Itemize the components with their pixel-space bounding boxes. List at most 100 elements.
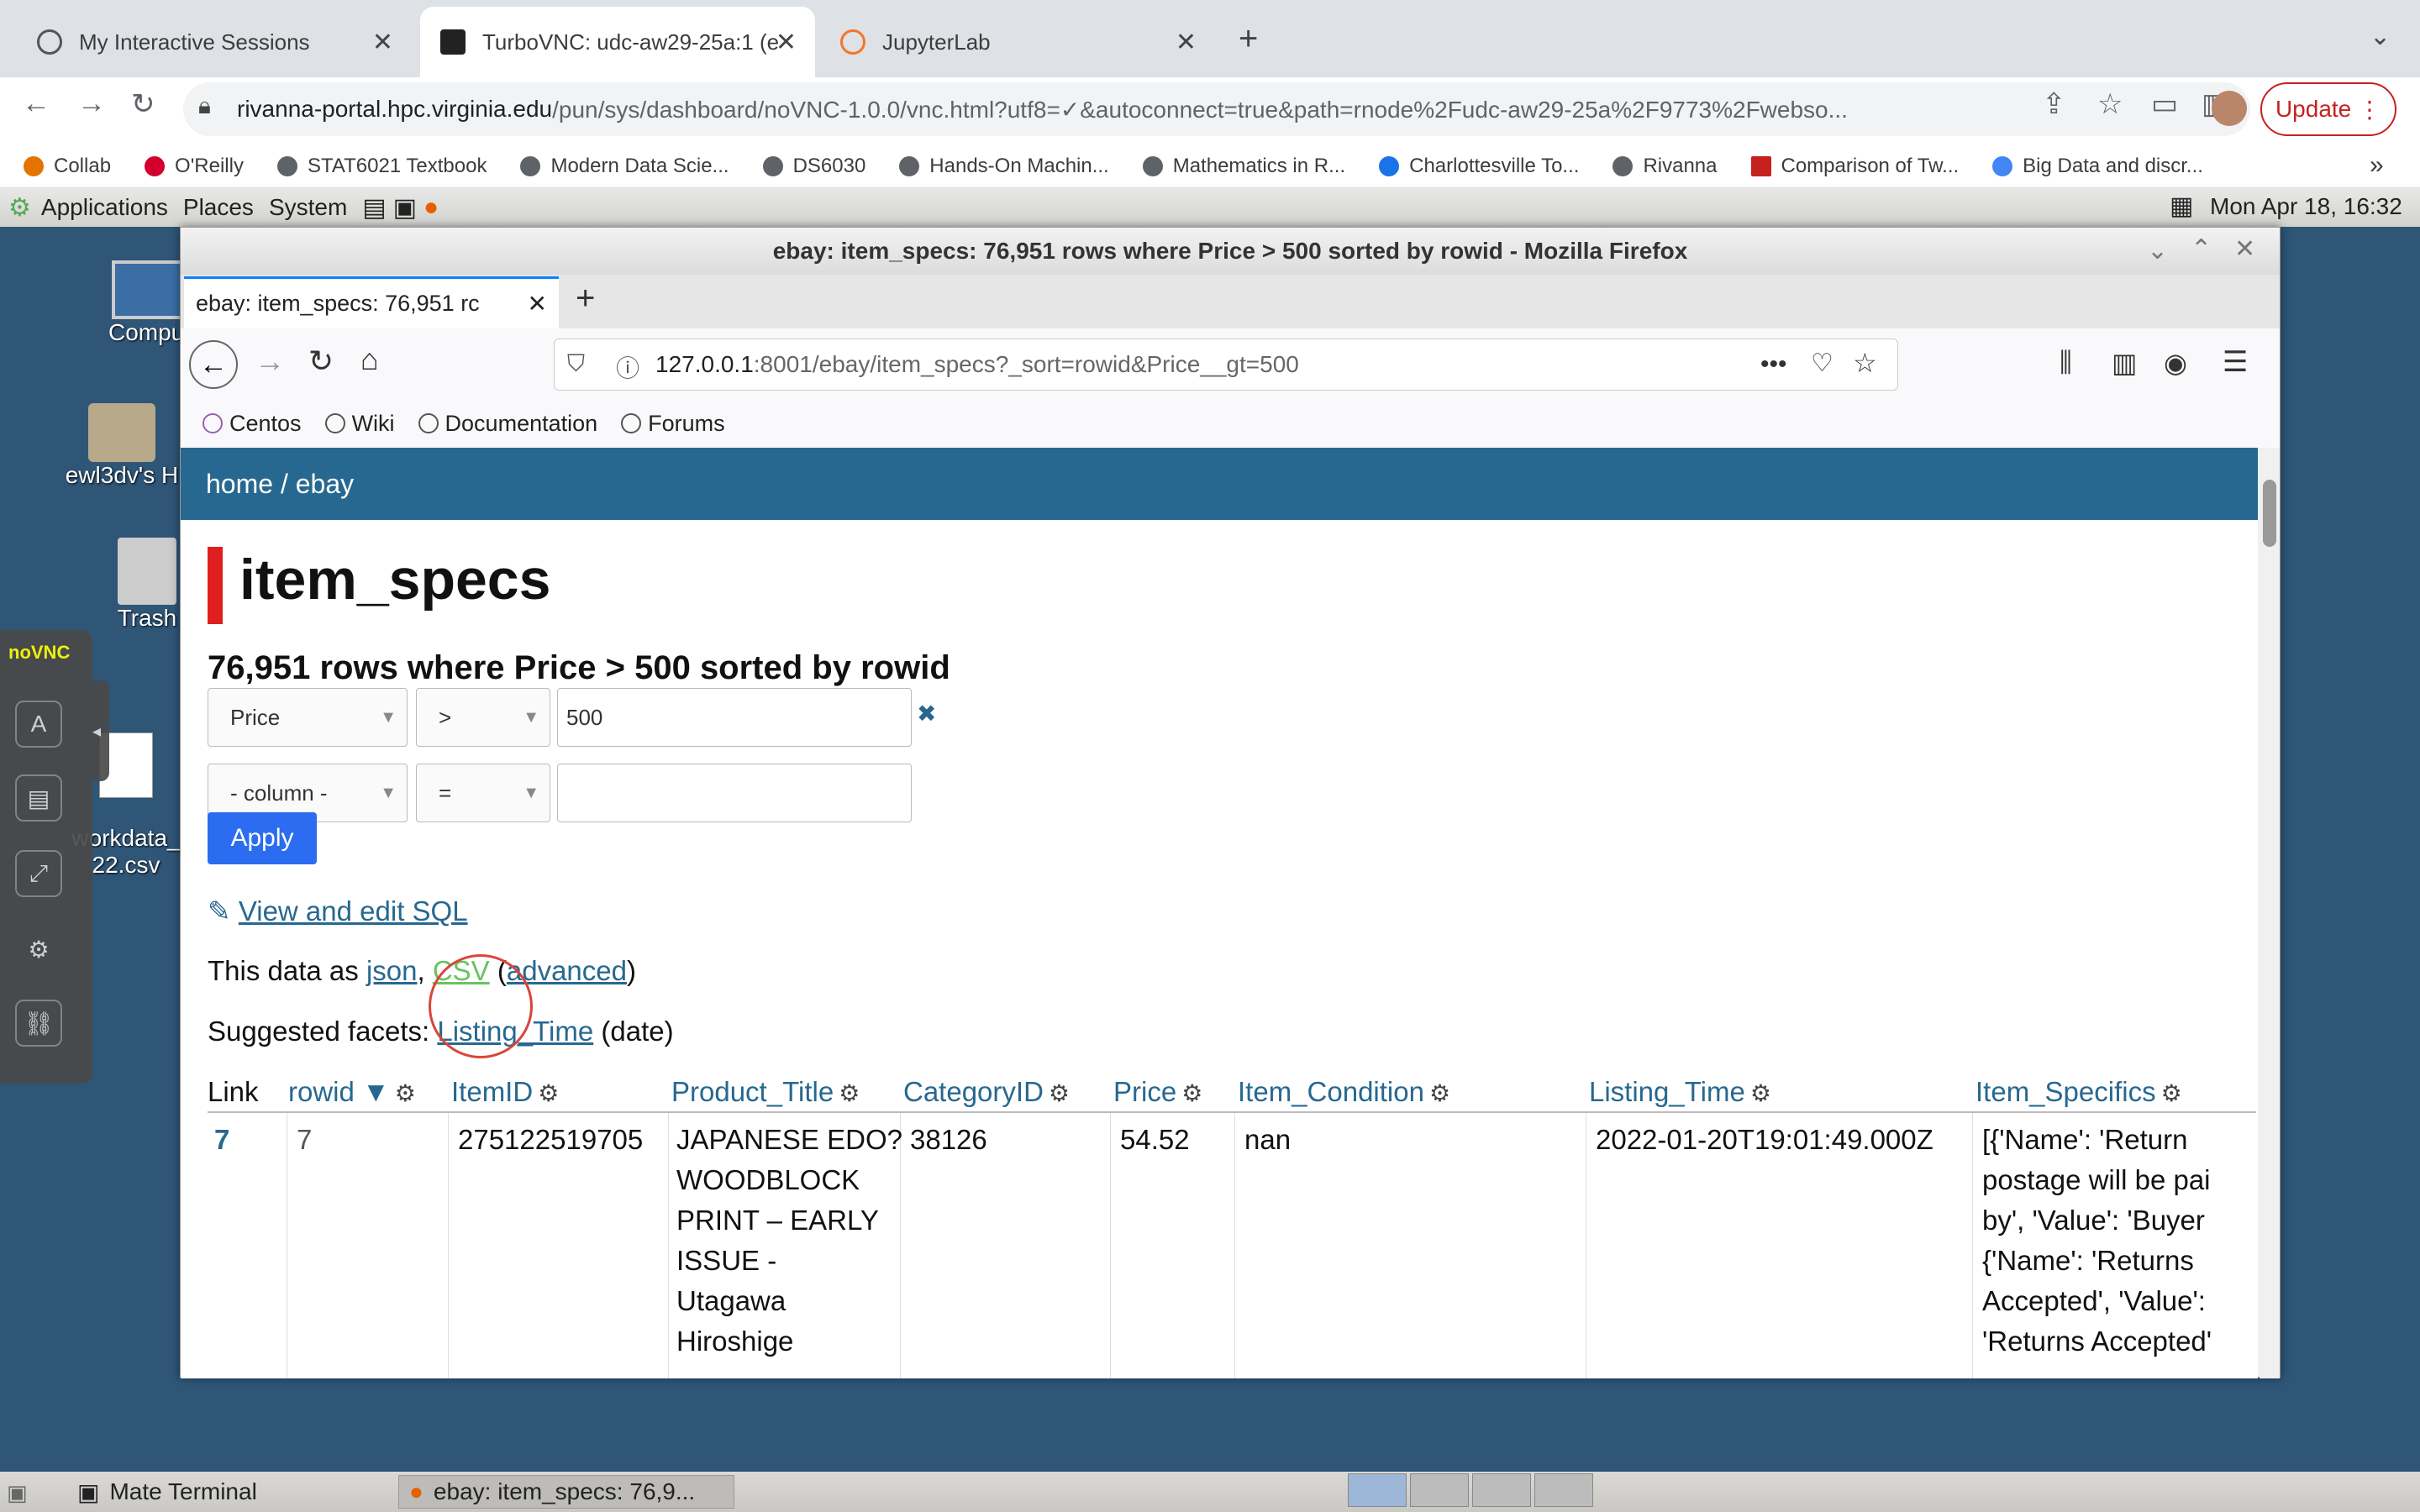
bookmark-mathematics[interactable]: Mathematics in R...: [1142, 155, 1345, 178]
column-header-product-title[interactable]: Product_Title ⚙: [671, 1076, 860, 1108]
filter-operator-select[interactable]: > ▼: [416, 688, 550, 747]
bookmark-modern-data[interactable]: Modern Data Scie...: [520, 155, 729, 178]
column-header-price[interactable]: Price ⚙: [1113, 1076, 1202, 1108]
bookmark-oreilly[interactable]: O'Reilly: [145, 155, 244, 178]
desktop-home-icon[interactable]: ewl3dv's H: [59, 403, 185, 489]
bookmark-charlottesville[interactable]: Charlottesville To...: [1379, 155, 1579, 178]
breadcrumb-home-link[interactable]: home: [206, 469, 273, 500]
column-header-itemid[interactable]: ItemID ⚙: [451, 1076, 559, 1108]
close-tab-icon[interactable]: ✕: [528, 290, 547, 318]
fullscreen-icon[interactable]: ⤢: [15, 850, 62, 897]
text-editor-launcher-icon[interactable]: ▤: [362, 193, 386, 223]
shield-icon[interactable]: ⛉: [567, 350, 585, 378]
reload-icon[interactable]: ↻: [131, 87, 155, 121]
bookmark-rivanna[interactable]: Rivanna: [1612, 155, 1718, 178]
account-icon[interactable]: ◉: [2164, 347, 2187, 379]
workspace-4[interactable]: [1534, 1473, 1593, 1507]
workspace-3[interactable]: [1472, 1473, 1531, 1507]
gear-icon[interactable]: ⚙: [839, 1080, 860, 1106]
cast-icon[interactable]: ▭: [2151, 87, 2178, 121]
sidebar-icon[interactable]: ▥: [2112, 347, 2137, 379]
row-link[interactable]: 7: [214, 1120, 229, 1160]
firefox-address-bar[interactable]: 127.0.0.1:8001/ebay/item_specs?_sort=row…: [554, 339, 1898, 391]
library-icon[interactable]: ⫼: [2060, 347, 2072, 379]
firefox-launcher-icon[interactable]: ●: [424, 193, 439, 222]
gear-icon[interactable]: ⚙: [1049, 1080, 1070, 1106]
more-actions-icon[interactable]: •••: [1760, 350, 1787, 379]
more-bookmarks-icon[interactable]: »: [2370, 151, 2384, 180]
forward-arrow-icon[interactable]: →: [255, 344, 285, 379]
view-edit-sql-link[interactable]: View and edit SQL: [239, 895, 468, 927]
bookmark-collab[interactable]: Collab: [24, 155, 111, 178]
menu-places[interactable]: Places: [183, 194, 254, 221]
tab-jupyterlab[interactable]: JupyterLab ✕: [820, 7, 1215, 77]
menu-system[interactable]: System: [269, 194, 347, 221]
column-header-listing-time[interactable]: Listing_Time ⚙: [1589, 1076, 1771, 1108]
disconnect-icon[interactable]: ⛓: [15, 1000, 62, 1047]
close-tab-icon[interactable]: ✕: [372, 28, 393, 57]
keyboard-icon[interactable]: A: [15, 701, 62, 748]
menu-hamburger-icon[interactable]: ☰: [2223, 345, 2248, 379]
filter-value-input-2[interactable]: [557, 764, 912, 822]
remove-filter-icon[interactable]: ✖: [917, 700, 936, 727]
close-tab-icon[interactable]: ✕: [1176, 28, 1197, 57]
bookmark-big-data[interactable]: Big Data and discr...: [1992, 155, 2203, 178]
update-button[interactable]: Update ⋮: [2260, 82, 2396, 136]
home-icon[interactable]: ⌂: [360, 342, 379, 377]
back-arrow-icon[interactable]: ←: [189, 340, 238, 389]
page-scrollbar[interactable]: [2260, 448, 2280, 1378]
workspace-1[interactable]: [1348, 1473, 1407, 1507]
address-bar[interactable]: rivanna-portal.hpc.virginia.edu/pun/sys/…: [183, 82, 2250, 136]
taskbar-terminal[interactable]: ▣ Mate Terminal: [67, 1475, 387, 1509]
info-icon[interactable]: ⓘ: [616, 350, 639, 384]
column-header-item-condition[interactable]: Item_Condition ⚙: [1238, 1076, 1450, 1108]
pocket-icon[interactable]: ♡: [1811, 349, 1833, 378]
column-header-rowid[interactable]: rowid ▼ ⚙: [288, 1076, 416, 1108]
star-icon[interactable]: ☆: [2097, 87, 2123, 121]
clock[interactable]: Mon Apr 18, 16:32: [2210, 193, 2402, 220]
new-tab-button[interactable]: +: [576, 280, 595, 318]
apply-button[interactable]: Apply: [208, 812, 317, 864]
reload-icon[interactable]: ↻: [308, 344, 334, 379]
json-link[interactable]: json: [366, 955, 418, 986]
forward-arrow-icon[interactable]: →: [77, 87, 106, 120]
tab-turbovnc[interactable]: TurboVNC: udc-aw29-25a:1 (e ✕: [420, 7, 815, 77]
window-titlebar[interactable]: ebay: item_specs: 76,951 rows where Pric…: [181, 228, 2280, 275]
bookmark-hands-on[interactable]: Hands-On Machin...: [899, 155, 1109, 178]
new-tab-button[interactable]: +: [1239, 20, 1258, 58]
show-desktop-icon[interactable]: ▣: [7, 1480, 28, 1506]
gear-icon[interactable]: ⚙: [2161, 1080, 2182, 1106]
tab-my-interactive-sessions[interactable]: My Interactive Sessions ✕: [17, 7, 412, 77]
tab-item-specs[interactable]: ebay: item_specs: 76,951 rc ✕: [184, 276, 559, 328]
filter-column-select[interactable]: Price ▼: [208, 688, 408, 747]
workspace-2[interactable]: [1410, 1473, 1469, 1507]
gear-icon[interactable]: ⚙: [1429, 1080, 1450, 1106]
bookmark-centos[interactable]: Centos: [203, 411, 302, 437]
share-icon[interactable]: ⇪: [2042, 87, 2066, 121]
avatar[interactable]: [2212, 91, 2247, 126]
bookmark-ds6030[interactable]: DS6030: [762, 155, 865, 178]
breadcrumb-db-link[interactable]: ebay: [296, 469, 354, 500]
close-tab-icon[interactable]: ✕: [776, 28, 797, 57]
gear-icon[interactable]: ⚙: [1750, 1080, 1771, 1106]
gear-icon[interactable]: ⚙: [395, 1080, 416, 1106]
close-window-icon[interactable]: ✕: [2234, 234, 2255, 264]
filter-value-input[interactable]: 500: [557, 688, 912, 747]
gear-icon[interactable]: ⚙: [1181, 1080, 1202, 1106]
bookmark-stat6021[interactable]: STAT6021 Textbook: [276, 155, 487, 178]
lock-icon[interactable]: 🔒︎: [198, 92, 211, 120]
tab-search-chevron-icon[interactable]: ⌄: [2370, 22, 2391, 51]
filter-operator-select-2[interactable]: = ▼: [416, 764, 550, 822]
bookmark-comparison[interactable]: Comparison of Tw...: [1750, 155, 1959, 178]
menu-applications[interactable]: Applications: [41, 194, 168, 221]
settings-gear-icon[interactable]: ⚙: [15, 926, 62, 973]
clipboard-icon[interactable]: ▤: [15, 774, 62, 822]
column-header-categoryid[interactable]: CategoryID ⚙: [903, 1076, 1070, 1108]
minimize-icon[interactable]: ⌄: [2147, 236, 2168, 265]
gear-icon[interactable]: ⚙: [538, 1080, 559, 1106]
taskbar-firefox[interactable]: ● ebay: item_specs: 76,9...: [398, 1475, 734, 1509]
star-icon[interactable]: ☆: [1853, 347, 1877, 379]
network-icon[interactable]: ▦: [2170, 192, 2193, 221]
column-header-item-specifics[interactable]: Item_Specifics ⚙: [1975, 1076, 2182, 1108]
bookmark-forums[interactable]: Forums: [621, 411, 725, 437]
